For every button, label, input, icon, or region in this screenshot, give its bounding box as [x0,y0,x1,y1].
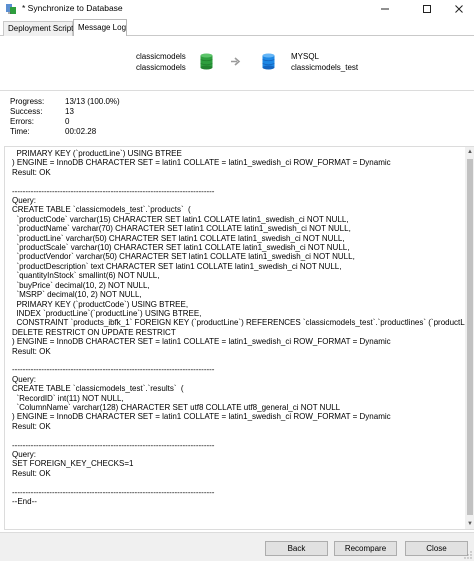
recompare-button[interactable]: Recompare [334,541,397,556]
message-log-area[interactable]: PRIMARY KEY (`productLine`) USING BTREE … [4,146,474,530]
header-divider [0,90,474,91]
close-button[interactable]: Close [405,541,468,556]
stat-label: Time: [10,127,30,136]
stat-label: Errors: [10,117,34,126]
window-title: * Synchronize to Database [22,3,123,13]
scroll-down-icon[interactable]: ▼ [466,520,474,528]
target-connection-name: MYSQL [291,52,320,61]
stat-value: 00:02.28 [65,127,97,136]
scroll-up-icon[interactable]: ▲ [466,148,474,156]
stat-value: 0 [65,117,70,126]
stat-label: Progress: [10,97,45,106]
tab-deployment-script[interactable]: Deployment Script [3,21,73,36]
close-icon [455,5,463,13]
arrow-right-icon [231,57,241,66]
maximize-icon [423,5,431,13]
sync-header: classicmodels classicmodels MYSQL classi… [0,36,474,90]
stat-value: 13 [65,107,74,116]
sync-app-icon [6,4,16,14]
database-green-icon [200,53,213,70]
minimize-button[interactable] [370,0,400,18]
title-bar: * Synchronize to Database [0,0,474,18]
back-button[interactable]: Back [265,541,328,556]
resize-grip-icon[interactable] [464,551,472,559]
stat-progress: Progress: 13/13 (100.0%) [10,97,210,107]
source-database-name: classicmodels [136,63,186,72]
database-blue-icon [262,53,275,70]
scrollbar-thumb[interactable] [467,159,473,515]
source-connection-name: classicmodels [136,52,186,61]
log-scrollbar[interactable]: ▲ ▼ [465,147,474,529]
minimize-icon [381,8,389,10]
target-database-name: classicmodels_test [291,63,359,72]
stat-errors: Errors: 0 [10,117,210,127]
maximize-button[interactable] [412,0,442,18]
stat-success: Success: 13 [10,107,210,117]
stat-label: Success: [10,107,43,116]
message-log-text: PRIMARY KEY (`productLine`) USING BTREE … [12,149,474,507]
dialog-footer: Back Recompare Close [0,532,474,561]
tab-message-log[interactable]: Message Log [73,19,127,37]
close-window-button[interactable] [444,0,474,18]
stat-value: 13/13 (100.0%) [65,97,120,106]
tab-strip: Deployment Script Message Log [0,19,474,37]
stat-time: Time: 00:02.28 [10,127,210,137]
